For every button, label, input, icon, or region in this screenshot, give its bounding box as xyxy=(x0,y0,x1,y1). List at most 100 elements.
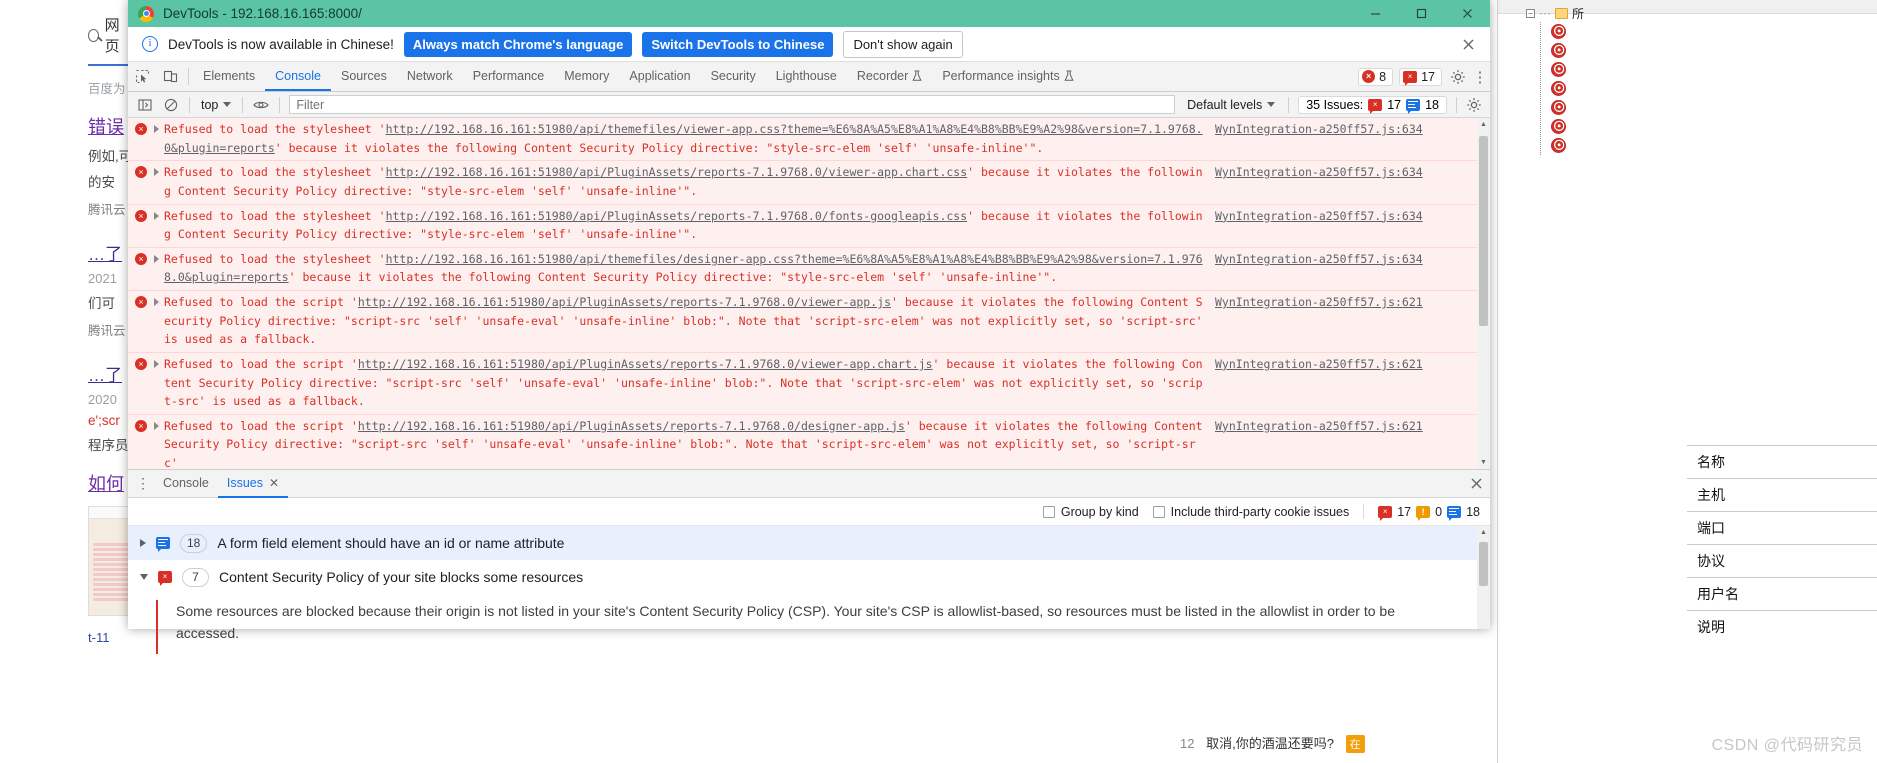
watermark: CSDN @代码研究员 xyxy=(1711,737,1863,754)
expand-arrow-icon[interactable] xyxy=(154,211,159,220)
console-scrollbar[interactable]: ▲ ▼ xyxy=(1477,118,1490,469)
issues-scrollbar[interactable]: ▲ xyxy=(1477,526,1490,629)
message-url[interactable]: http://192.168.16.161:51980/api/PluginAs… xyxy=(358,295,891,309)
error-counter[interactable]: × 8 xyxy=(1358,67,1394,86)
tab-console[interactable]: Console xyxy=(265,62,331,91)
inspect-element-icon[interactable] xyxy=(128,62,156,91)
minimize-button[interactable] xyxy=(1352,0,1398,27)
issue-title: Content Security Policy of your site blo… xyxy=(219,569,584,585)
group-by-kind-checkbox[interactable]: Group by kind xyxy=(1042,505,1139,519)
expand-arrow-icon[interactable] xyxy=(154,168,159,177)
clear-console-icon[interactable] xyxy=(158,94,184,116)
tab-label: Application xyxy=(629,68,691,83)
tab-lighthouse[interactable]: Lighthouse xyxy=(766,62,847,91)
console-message-text: Refused to load the stylesheet 'http://1… xyxy=(164,250,1215,287)
console-message[interactable]: × Refused to load the script 'http://192… xyxy=(128,352,1477,415)
message-url[interactable]: http://192.168.16.161:51980/api/PluginAs… xyxy=(386,209,968,223)
execution-context-selector[interactable]: top xyxy=(195,98,237,112)
source-link[interactable]: WynIntegration-a250ff57.js:621 xyxy=(1215,419,1423,433)
tab-security[interactable]: Security xyxy=(701,62,766,91)
settings-gear-icon[interactable] xyxy=(1446,62,1470,91)
issue-error-icon: × xyxy=(158,571,172,586)
issue-row-form-field[interactable]: 18 A form field element should have an i… xyxy=(128,526,1490,560)
list-item[interactable] xyxy=(1551,60,1584,79)
list-item[interactable] xyxy=(1551,41,1584,60)
drawer-tab-console[interactable]: Console xyxy=(154,470,218,498)
tab-elements[interactable]: Elements xyxy=(193,62,265,91)
issue-row-csp[interactable]: × 7 Content Security Policy of your site… xyxy=(128,560,1490,594)
tab-memory[interactable]: Memory xyxy=(554,62,619,91)
message-prefix: Refused to load the script ' xyxy=(164,295,358,309)
issue-info-icon xyxy=(156,537,170,552)
status-badge: 在 xyxy=(1345,735,1365,753)
tab-application[interactable]: Application xyxy=(619,62,700,91)
warning-counter[interactable]: × 17 xyxy=(1399,67,1442,86)
scrollbar-thumb[interactable] xyxy=(1479,542,1488,586)
list-item[interactable] xyxy=(1551,98,1584,117)
console-message[interactable]: × Refused to load the stylesheet 'http:/… xyxy=(128,204,1477,248)
background-result-title-2[interactable]: …了 xyxy=(88,240,128,265)
tab-performance[interactable]: Performance xyxy=(463,62,555,91)
background-result-title-3[interactable]: …了 xyxy=(88,361,128,386)
list-item[interactable] xyxy=(1551,136,1584,155)
drawer-close-icon[interactable] xyxy=(1462,476,1490,491)
message-url[interactable]: http://192.168.16.161:51980/api/PluginAs… xyxy=(358,419,905,433)
source-link[interactable]: WynIntegration-a250ff57.js:634 xyxy=(1215,122,1423,136)
tree-root-node[interactable]: − ··· 所 xyxy=(1526,4,1584,22)
console-sidebar-toggle-icon[interactable] xyxy=(132,94,158,116)
scrollbar-thumb[interactable] xyxy=(1479,136,1488,326)
console-settings-gear-icon[interactable] xyxy=(1462,97,1486,113)
expand-arrow-icon[interactable] xyxy=(154,125,159,133)
banner-close-icon[interactable] xyxy=(1458,34,1478,54)
console-message[interactable]: × Refused to load the stylesheet 'http:/… xyxy=(128,161,1477,205)
scroll-up-icon[interactable]: ▲ xyxy=(1477,118,1490,131)
console-message[interactable]: × Refused to load the stylesheet 'http:/… xyxy=(128,247,1477,291)
message-url[interactable]: http://192.168.16.161:51980/api/PluginAs… xyxy=(358,357,933,371)
issues-counter-pill[interactable]: 35 Issues: × 17 18 xyxy=(1298,95,1447,114)
collapse-icon[interactable]: − xyxy=(1526,8,1535,18)
source-link[interactable]: WynIntegration-a250ff57.js:621 xyxy=(1215,357,1423,371)
dont-show-again-button[interactable]: Don't show again xyxy=(843,30,963,58)
expand-arrow-icon[interactable] xyxy=(154,254,159,263)
console-message[interactable]: × Refused to load the stylesheet 'http:/… xyxy=(128,118,1477,162)
background-bottom-link[interactable]: t-11 xyxy=(88,630,128,645)
live-expression-icon[interactable] xyxy=(248,94,274,116)
device-toolbar-icon[interactable] xyxy=(156,62,184,91)
drawer-tab-close-icon[interactable]: ✕ xyxy=(269,470,279,496)
source-link[interactable]: WynIntegration-a250ff57.js:634 xyxy=(1215,209,1423,223)
background-search-box[interactable]: 网页 xyxy=(88,14,128,56)
field-row: 端口 xyxy=(1687,511,1877,544)
source-link[interactable]: WynIntegration-a250ff57.js:634 xyxy=(1215,252,1423,266)
expand-arrow-icon[interactable] xyxy=(154,359,159,368)
close-button[interactable] xyxy=(1444,0,1490,27)
chevron-down-icon[interactable] xyxy=(140,574,148,580)
include-third-party-checkbox[interactable]: Include third-party cookie issues xyxy=(1152,505,1349,519)
source-link[interactable]: WynIntegration-a250ff57.js:621 xyxy=(1215,295,1423,309)
list-item[interactable] xyxy=(1551,117,1584,136)
background-result-title-4[interactable]: 如何 xyxy=(88,470,128,496)
more-options-icon[interactable]: ⋮ xyxy=(1470,62,1490,91)
drawer-tab-issues[interactable]: Issues ✕ xyxy=(217,470,289,498)
console-message[interactable]: × Refused to load the script 'http://192… xyxy=(128,414,1477,469)
chevron-right-icon[interactable] xyxy=(140,539,146,547)
log-levels-dropdown[interactable]: Default levels xyxy=(1179,98,1283,112)
switch-to-chinese-button[interactable]: Switch DevTools to Chinese xyxy=(642,31,834,57)
console-filter-input[interactable] xyxy=(289,95,1176,114)
tab-performance-insights[interactable]: Performance insights xyxy=(932,62,1083,91)
scroll-down-icon[interactable]: ▼ xyxy=(1477,456,1490,469)
source-link[interactable]: WynIntegration-a250ff57.js:634 xyxy=(1215,165,1423,179)
tab-network[interactable]: Network xyxy=(397,62,463,91)
list-item[interactable] xyxy=(1551,22,1584,41)
scroll-up-icon[interactable]: ▲ xyxy=(1477,526,1490,539)
list-item[interactable] xyxy=(1551,79,1584,98)
message-url[interactable]: http://192.168.16.161:51980/api/PluginAs… xyxy=(386,165,968,179)
console-message[interactable]: × Refused to load the script 'http://192… xyxy=(128,291,1477,353)
always-match-language-button[interactable]: Always match Chrome's language xyxy=(403,31,633,57)
maximize-button[interactable] xyxy=(1398,0,1444,27)
drawer-more-options-icon[interactable]: ⋮ xyxy=(132,475,154,492)
expand-arrow-icon[interactable] xyxy=(154,421,159,430)
background-result-title-1[interactable]: 错误 xyxy=(88,113,128,139)
tab-sources[interactable]: Sources xyxy=(331,62,397,91)
tab-recorder[interactable]: Recorder xyxy=(847,62,932,91)
expand-arrow-icon[interactable] xyxy=(154,298,159,306)
